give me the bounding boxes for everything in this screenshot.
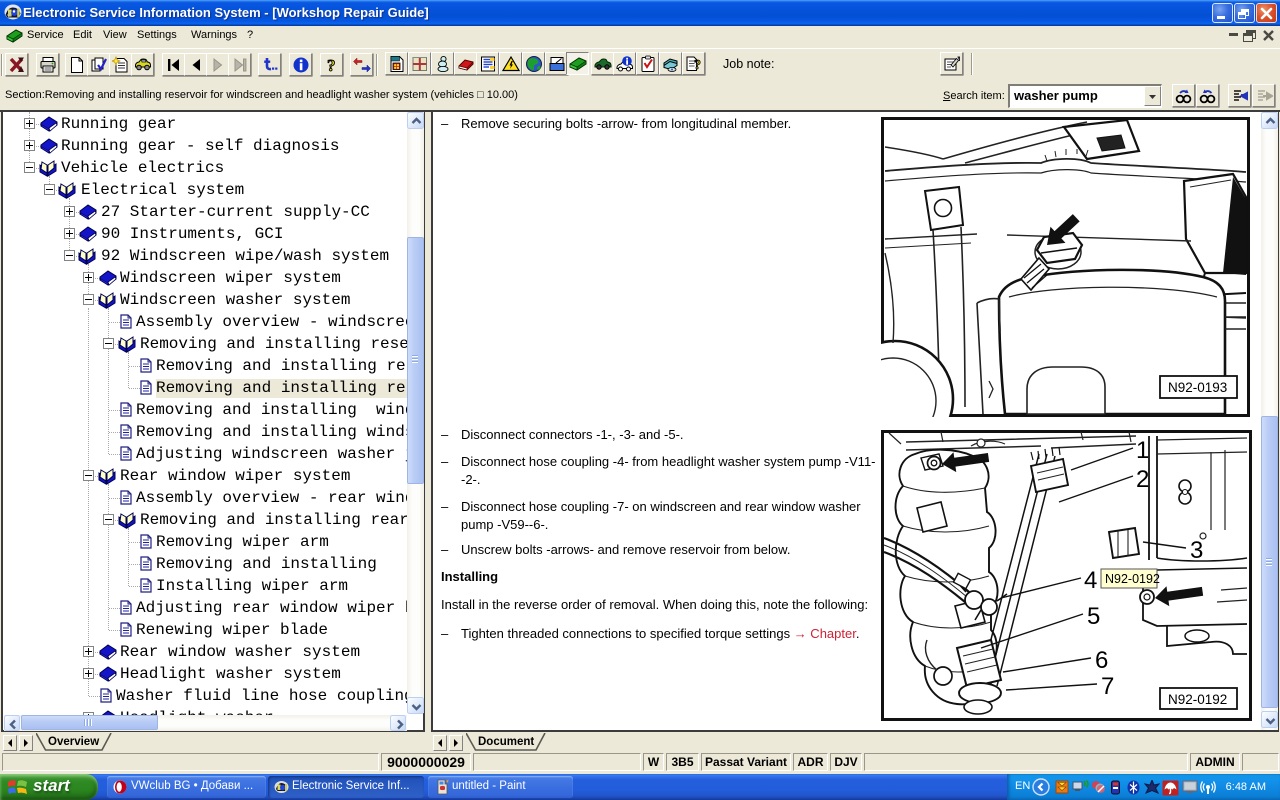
svg-text:7: 7 (1101, 673, 1114, 700)
svg-text:1: 1 (1136, 437, 1149, 464)
svg-text:4: 4 (1084, 567, 1097, 594)
svg-text:N92-0192: N92-0192 (1168, 692, 1227, 707)
svg-text:N92-0193: N92-0193 (1168, 380, 1227, 395)
svg-text:N92-0192: N92-0192 (1105, 572, 1160, 586)
svg-text:?: ? (327, 56, 336, 74)
svg-text:3: 3 (1190, 537, 1203, 564)
svg-text:2: 2 (1136, 466, 1149, 493)
svg-text:5: 5 (1087, 603, 1100, 630)
svg-text:6: 6 (1095, 647, 1108, 674)
